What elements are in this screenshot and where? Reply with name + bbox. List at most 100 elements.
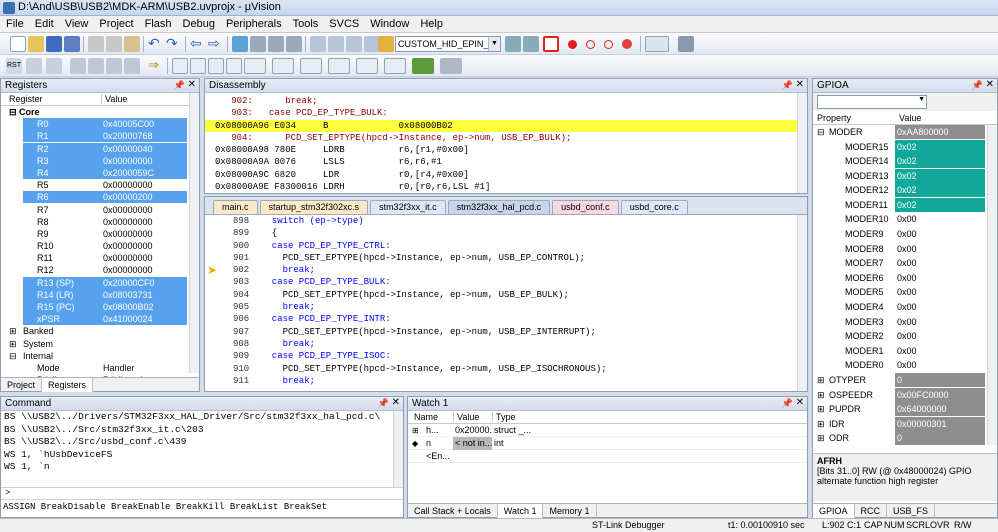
close-icon[interactable]: ✕ [796, 79, 804, 90]
field-row[interactable]: MODER2 0x00 [813, 329, 997, 344]
code-line[interactable]: 902 break; [205, 264, 807, 276]
register-row[interactable]: R15 (PC) 0x08000B02 [1, 301, 199, 313]
code-line[interactable]: 911 break; [205, 375, 807, 387]
close-icon[interactable]: ✕ [392, 397, 400, 408]
close-icon[interactable]: ✕ [188, 79, 196, 90]
field-value[interactable]: 0x00 [895, 256, 985, 270]
gpioa-scrollbar[interactable] [987, 125, 997, 445]
field-row[interactable]: MODER15 0x02 [813, 139, 997, 155]
toolbox-icon[interactable] [440, 58, 462, 74]
editor-tab[interactable]: usbd_core.c [620, 200, 688, 214]
save-all-icon[interactable] [64, 36, 80, 52]
configure-icon[interactable] [678, 36, 694, 52]
menu-project[interactable]: Project [93, 16, 138, 30]
cut-icon[interactable] [88, 36, 104, 52]
register-row[interactable]: R7 0x00000000 [1, 204, 199, 216]
find-in-files-icon[interactable] [378, 36, 394, 52]
register-value[interactable]: 0x08000B02 [99, 301, 187, 313]
field-value[interactable]: 0x02 [895, 183, 985, 198]
close-icon[interactable]: ✕ [986, 79, 994, 90]
register-value[interactable]: 0x00000040 [99, 142, 187, 155]
col-value[interactable]: Value [101, 94, 127, 104]
stop-icon[interactable] [46, 58, 62, 74]
col-type[interactable]: Type [492, 412, 516, 422]
step-out-icon[interactable] [106, 58, 122, 74]
register-row[interactable]: R5 0x00000000 [1, 179, 199, 191]
pin-icon[interactable]: 📌 [782, 80, 793, 91]
core-group[interactable]: ⊟ Core [1, 106, 199, 118]
field-row[interactable]: MODER5 0x00 [813, 285, 997, 300]
run-to-cursor-icon[interactable] [124, 58, 140, 74]
field-value[interactable]: 0x02 [895, 154, 985, 169]
register-value[interactable]: 0x00000000 [99, 216, 187, 228]
field-value[interactable]: 0x02 [895, 197, 985, 212]
gpio-register-row[interactable]: ⊞ OTYPER 0 [813, 373, 997, 388]
col-name[interactable]: Name [414, 412, 438, 422]
disassembly-line[interactable]: 0x08000A9E F8300016 LDRH r0,[r0,r6,LSL #… [205, 181, 807, 193]
register-value[interactable]: 0x00000000 [99, 204, 187, 216]
field-value[interactable]: 0x00 [895, 227, 985, 241]
tab-memory-1[interactable]: Memory 1 [543, 504, 597, 518]
pin-icon[interactable]: 📌 [782, 398, 793, 409]
field-row[interactable]: MODER11 0x02 [813, 197, 997, 213]
field-row[interactable]: MODER6 0x00 [813, 271, 997, 286]
paste-icon[interactable] [124, 36, 140, 52]
internal-row[interactable]: Mode Handler [1, 362, 199, 374]
field-row[interactable]: MODER4 0x00 [813, 300, 997, 315]
tab-rcc[interactable]: RCC [855, 504, 888, 518]
field-value[interactable]: 0x00 [895, 300, 985, 314]
trace-window-icon[interactable] [384, 58, 406, 74]
col-register[interactable]: Register [9, 94, 43, 104]
register-row[interactable]: R14 (LR) 0x08003731 [1, 288, 199, 301]
close-icon[interactable]: ✕ [796, 397, 804, 408]
code-line[interactable]: 906 case PCD_EP_TYPE_INTR: [205, 313, 807, 325]
pin-icon[interactable]: 📌 [972, 80, 983, 91]
pin-icon[interactable]: 📌 [174, 80, 185, 91]
open-folder-icon[interactable] [28, 36, 44, 52]
field-row[interactable]: MODER13 0x02 [813, 168, 997, 184]
field-value[interactable]: 0x00 [895, 344, 985, 358]
disassembly-line[interactable]: 904: PCD_SET_EPTYPE(hpcd->Instance, ep->… [205, 132, 807, 144]
copy-icon[interactable] [106, 36, 122, 52]
menu-debug[interactable]: Debug [177, 16, 220, 30]
register-row[interactable]: R0 0x40005C00 [1, 118, 199, 131]
show-next-statement-icon[interactable]: ⇒ [148, 58, 164, 74]
menu-help[interactable]: Help [414, 16, 448, 30]
find-icon[interactable] [505, 36, 521, 52]
register-tree-item[interactable]: ⊞ Banked [1, 325, 199, 337]
registers-window-icon[interactable] [226, 58, 242, 74]
register-value[interactable]: 0x08003731 [99, 288, 187, 301]
watch-value[interactable]: 0x20000... [453, 424, 492, 437]
chevron-down-icon[interactable]: ▼ [918, 96, 925, 103]
expand-icon[interactable]: ⊞ [412, 424, 419, 437]
filter-combo[interactable]: ▼ [817, 95, 927, 109]
step-into-icon[interactable] [70, 58, 86, 74]
col-property[interactable]: Property [817, 113, 851, 123]
code-line[interactable]: 901 PCD_SET_EPTYPE(hpcd->Instance, ep->n… [205, 252, 807, 264]
expand-icon[interactable]: ⊞ [9, 338, 17, 350]
tab-watch-1[interactable]: Watch 1 [497, 504, 544, 518]
gpio-register-value[interactable]: 0x00000301 [895, 416, 985, 431]
expand-icon[interactable]: ⊟ [9, 350, 17, 362]
code-line[interactable]: 908 break; [205, 338, 807, 350]
field-value[interactable]: 0x00 [895, 271, 985, 285]
code-line[interactable]: 898 switch (ep->type) [205, 215, 807, 227]
command-input[interactable]: > [1, 487, 403, 499]
field-value[interactable]: 0x00 [895, 329, 985, 343]
gpio-register-row[interactable]: ⊞ PUPDR 0x64000000 [813, 402, 997, 417]
code-line[interactable]: 905 break; [205, 301, 807, 313]
moder-row[interactable]: ⊟ MODER 0xAA800000 [813, 125, 997, 140]
code-line[interactable]: 910 PCD_SET_EPTYPE(hpcd->Instance, ep->n… [205, 363, 807, 375]
menu-tools[interactable]: Tools [287, 16, 324, 30]
col-value[interactable]: Value [453, 412, 479, 422]
field-value[interactable]: 0x00 [895, 358, 985, 372]
disassembly-line[interactable]: 903: case PCD_EP_TYPE_BULK: [205, 107, 807, 119]
editor-tab[interactable]: startup_stm32f302xc.s [259, 200, 369, 214]
watch-window-icon[interactable] [272, 58, 294, 74]
memory-window-icon[interactable] [300, 58, 322, 74]
breakpoint-icon[interactable] [568, 40, 577, 49]
register-value[interactable]: 0x40005C00 [99, 118, 187, 131]
disassembly-scrollbar[interactable] [797, 93, 807, 193]
disassembly-line[interactable]: 902: break; [205, 95, 807, 107]
register-row[interactable]: xPSR 0x41000024 [1, 313, 199, 326]
